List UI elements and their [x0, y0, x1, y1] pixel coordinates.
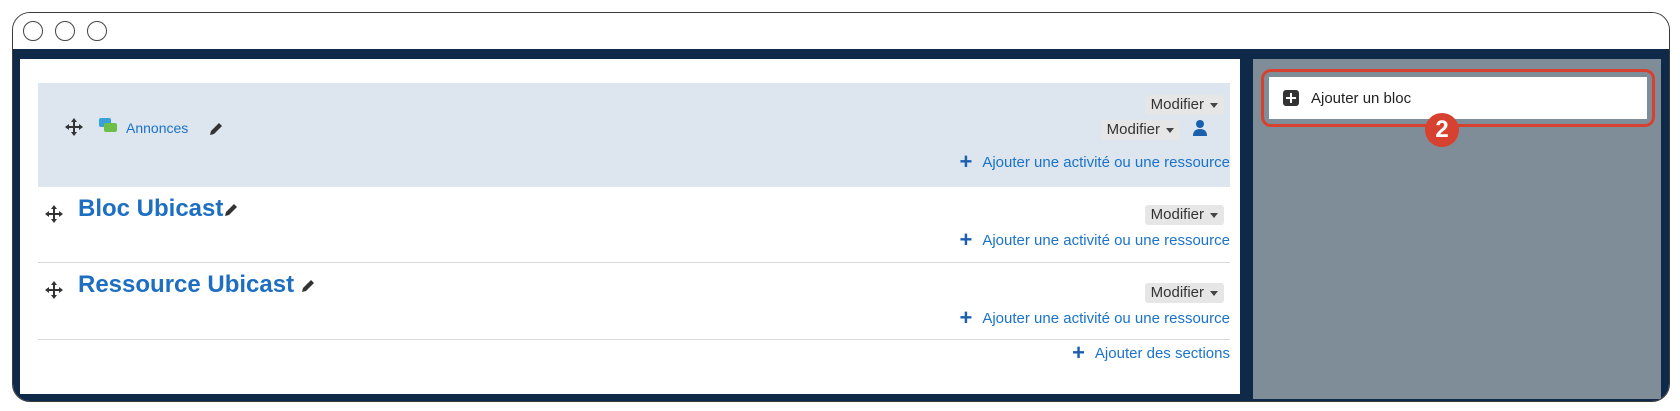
modifier-menu-ressource-ubicast[interactable]: Modifier: [1144, 283, 1224, 303]
modifier-label: Modifier: [1150, 96, 1204, 113]
browser-window: Annonces Modifier Modifier + Ajouter une…: [12, 12, 1670, 402]
user-icon[interactable]: [1192, 119, 1208, 137]
section-ressource-ubicast: Ressource Ubicast Modifier + Ajouter une…: [38, 262, 1230, 339]
add-activity-button-annonces[interactable]: + Ajouter une activité ou une ressource: [959, 149, 1230, 174]
add-activity-button-ressource-ubicast[interactable]: + Ajouter une activité ou une ressource: [959, 305, 1230, 330]
edit-title-pencil-icon[interactable]: [223, 202, 239, 218]
chevron-down-icon: [1210, 290, 1218, 296]
plus-icon: +: [959, 149, 973, 174]
modifier-label: Modifier: [1150, 206, 1204, 223]
plus-icon: +: [1072, 340, 1085, 365]
add-block-label: Ajouter un bloc: [1311, 89, 1412, 107]
section-title-ressource-ubicast[interactable]: Ressource Ubicast: [78, 271, 294, 299]
window-titlebar: [13, 13, 1669, 49]
page-frame: Annonces Modifier Modifier + Ajouter une…: [13, 49, 1669, 401]
move-icon[interactable]: [44, 204, 64, 224]
section-title-bloc-ubicast[interactable]: Bloc Ubicast: [78, 195, 223, 223]
plus-square-icon: [1283, 90, 1299, 106]
add-activity-label: Ajouter une activité ou une ressource: [982, 153, 1230, 171]
add-block-highlight: Ajouter un bloc: [1261, 69, 1655, 127]
plus-icon: +: [959, 305, 973, 330]
add-sections-button[interactable]: + Ajouter des sections: [1072, 340, 1230, 365]
add-block-button[interactable]: Ajouter un bloc: [1269, 77, 1647, 119]
block-sidebar: Ajouter un bloc 2: [1253, 59, 1661, 399]
add-sections-row: + Ajouter des sections: [38, 339, 1230, 380]
move-icon[interactable]: [44, 280, 64, 300]
chevron-down-icon: [1166, 127, 1174, 133]
add-activity-label: Ajouter une activité ou une ressource: [982, 231, 1230, 249]
activity-link-annonces[interactable]: Annonces: [126, 120, 188, 136]
chevron-down-icon: [1210, 102, 1218, 108]
zoom-window-button[interactable]: [87, 21, 107, 41]
modifier-menu-annonces[interactable]: Modifier: [1144, 95, 1224, 115]
modifier-menu-bloc-ubicast[interactable]: Modifier: [1144, 205, 1224, 225]
forum-icon: [99, 118, 117, 132]
minimize-window-button[interactable]: [55, 21, 75, 41]
plus-icon: +: [959, 227, 973, 252]
course-content: Annonces Modifier Modifier + Ajouter une…: [20, 59, 1240, 394]
activity-row-annonces: Annonces Modifier Modifier + Ajouter une…: [38, 83, 1230, 187]
add-sections-label: Ajouter des sections: [1094, 344, 1230, 362]
add-activity-label: Ajouter une activité ou une ressource: [982, 309, 1230, 327]
chevron-down-icon: [1210, 212, 1218, 218]
edit-title-pencil-icon[interactable]: [208, 121, 224, 137]
move-icon[interactable]: [64, 117, 84, 137]
add-activity-button-bloc-ubicast[interactable]: + Ajouter une activité ou une ressource: [959, 227, 1230, 252]
edit-title-pencil-icon[interactable]: [300, 278, 316, 294]
section-bloc-ubicast: Bloc Ubicast Modifier + Ajouter une acti…: [38, 187, 1230, 261]
modifier-menu-annonces-2[interactable]: Modifier: [1100, 120, 1180, 140]
callout-badge: 2: [1425, 113, 1459, 147]
close-window-button[interactable]: [23, 21, 43, 41]
modifier-label: Modifier: [1150, 284, 1204, 301]
modifier-label: Modifier: [1106, 121, 1160, 138]
